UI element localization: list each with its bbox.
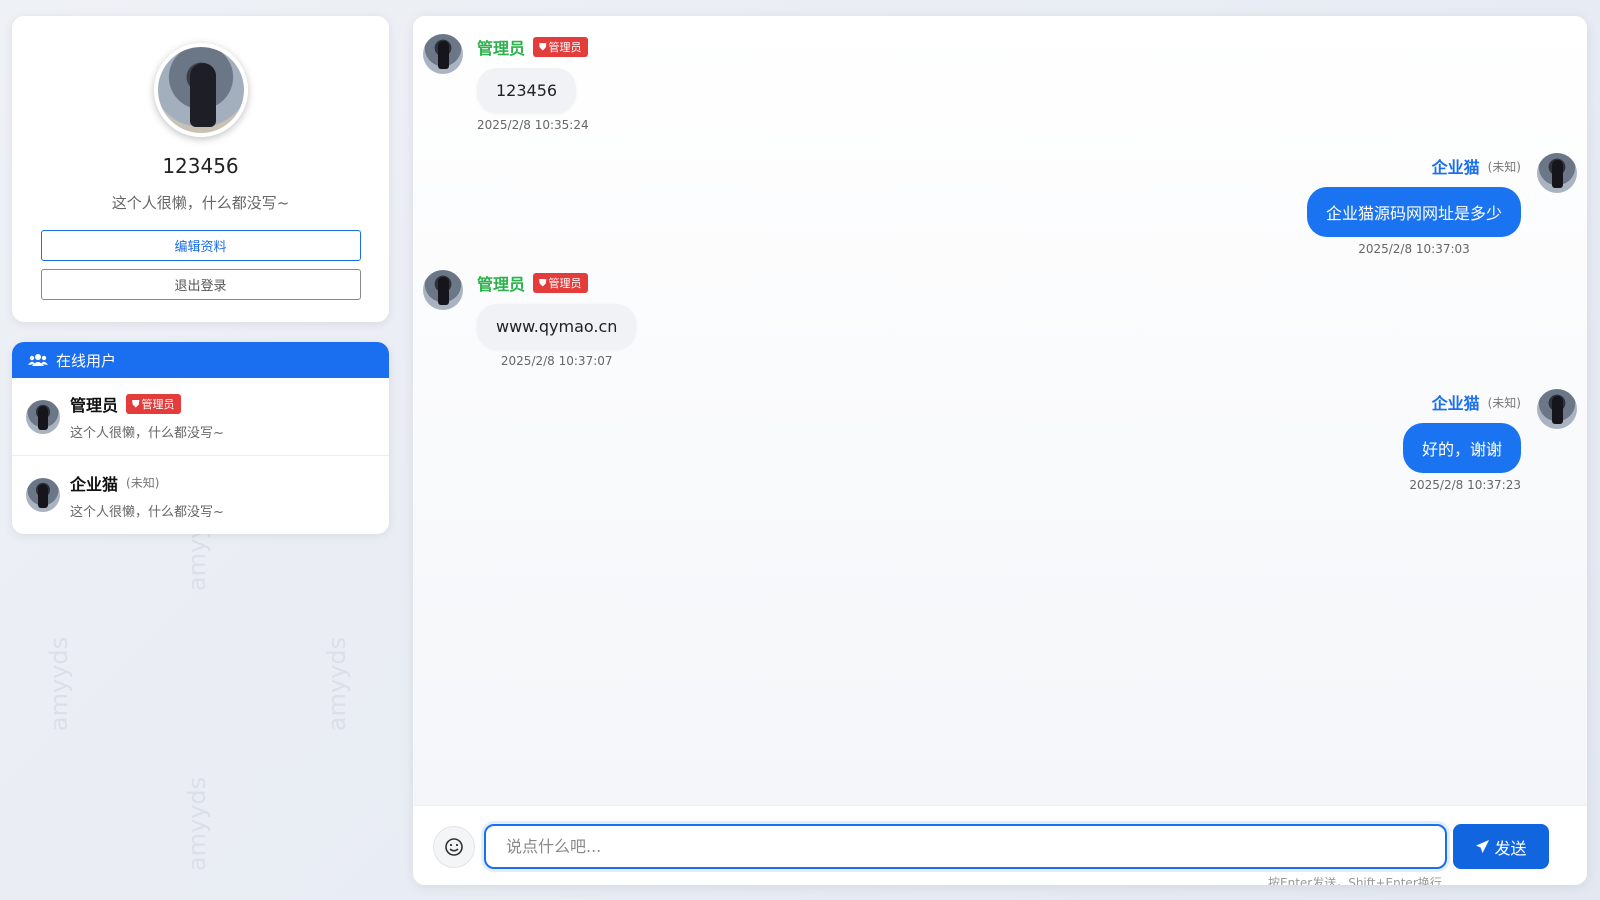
online-users-header: 在线用户	[12, 342, 389, 378]
send-button-label: 发送	[1494, 838, 1527, 858]
watermark: amyyds	[45, 636, 74, 732]
avatar-photo	[189, 63, 216, 127]
admin-badge-label: 管理员	[141, 398, 175, 411]
emoji-icon	[445, 838, 463, 856]
admin-badge: ⛊ 管理员	[126, 394, 181, 414]
avatar	[26, 478, 60, 512]
admin-badge-label: 管理员	[548, 41, 582, 54]
avatar	[26, 399, 60, 434]
online-user-item[interactable]: 企业猫 (未知) 这个人很懒，什么都没写~	[12, 456, 389, 534]
watermark: amyyds	[183, 776, 212, 872]
unknown-tag: (未知)	[1487, 395, 1521, 410]
profile-card: 123456 这个人很懒，什么都没写~ 编辑资料 退出登录	[12, 16, 389, 322]
message-time: 2025/2/8 10:37:03	[1358, 242, 1470, 256]
sender-name: 管理员	[477, 39, 526, 58]
logout-button[interactable]: 退出登录	[40, 269, 361, 300]
profile-avatar[interactable]	[153, 43, 248, 137]
profile-name: 123456	[162, 154, 239, 178]
online-user-name: 管理员	[70, 396, 119, 415]
edit-profile-button[interactable]: 编辑资料	[40, 230, 361, 261]
avatar[interactable]	[423, 270, 463, 310]
unknown-tag: (未知)	[126, 476, 160, 490]
avatar[interactable]	[423, 34, 463, 74]
message-time: 2025/2/8 10:35:24	[477, 118, 589, 132]
unknown-tag: (未知)	[1487, 159, 1521, 174]
composer-bar: 发送 按Enter发送，Shift+Enter换行	[413, 805, 1587, 885]
online-user-name: 企业猫	[70, 474, 119, 494]
message-time: 2025/2/8 10:37:07	[500, 354, 613, 368]
send-button[interactable]: 发送	[1453, 824, 1549, 869]
profile-bio: 这个人很懒，什么都没写~	[111, 194, 290, 212]
message-time: 2025/2/8 10:37:23	[1409, 478, 1521, 492]
message-bubble: 好的，谢谢	[1402, 423, 1521, 473]
admin-badge: ⛊ 管理员	[533, 273, 588, 293]
users-icon	[28, 354, 48, 366]
message-incoming: 管理员 ⛊ 管理员 123456 2025/2/8 10:35:24	[423, 34, 589, 132]
sender-name: 管理员	[477, 275, 526, 294]
online-user-bio: 这个人很懒，什么都没写~	[70, 504, 224, 520]
message-outgoing: 企业猫 (未知) 企业猫源码网网址是多少 2025/2/8 10:37:03	[1306, 153, 1577, 256]
message-list[interactable]: 管理员 ⛊ 管理员 123456 2025/2/8 10:35:24 企业猫 (…	[413, 16, 1587, 805]
message-bubble: 企业猫源码网网址是多少	[1306, 187, 1521, 237]
input-hint: 按Enter发送，Shift+Enter换行	[1268, 876, 1442, 885]
admin-badge: ⛊ 管理员	[533, 37, 588, 57]
watermark: amyyds	[323, 636, 352, 732]
admin-badge-label: 管理员	[548, 277, 582, 290]
shield-icon: ⛊	[539, 41, 547, 53]
avatar[interactable]	[1537, 389, 1577, 429]
chat-panel: 管理员 ⛊ 管理员 123456 2025/2/8 10:35:24 企业猫 (…	[413, 16, 1587, 885]
avatar[interactable]	[1537, 153, 1577, 193]
message-outgoing: 企业猫 (未知) 好的，谢谢 2025/2/8 10:37:23	[1402, 389, 1577, 492]
online-users-card: 在线用户 管理员 ⛊ 管理员 这个人很懒，什么都没写~ 企业猫 (未知) 这个人…	[12, 342, 389, 534]
online-user-bio: 这个人很懒，什么都没写~	[70, 426, 224, 441]
shield-icon: ⛊	[539, 277, 547, 289]
emoji-button[interactable]	[433, 826, 475, 868]
message-input[interactable]	[484, 824, 1447, 869]
shield-icon: ⛊	[132, 398, 140, 410]
message-incoming: 管理员 ⛊ 管理员 www.qymao.cn 2025/2/8 10:37:07	[423, 270, 637, 368]
online-users-title: 在线用户	[56, 351, 117, 370]
message-bubble: www.qymao.cn	[477, 304, 637, 349]
paper-plane-icon	[1476, 839, 1490, 854]
online-user-item[interactable]: 管理员 ⛊ 管理员 这个人很懒，什么都没写~	[12, 378, 389, 456]
sender-name: 企业猫	[1431, 394, 1480, 413]
sender-name: 企业猫	[1431, 158, 1480, 177]
message-bubble: 123456	[477, 68, 577, 113]
sidebar: 123456 这个人很懒，什么都没写~ 编辑资料 退出登录 在线用户 管理员 ⛊…	[12, 16, 389, 534]
